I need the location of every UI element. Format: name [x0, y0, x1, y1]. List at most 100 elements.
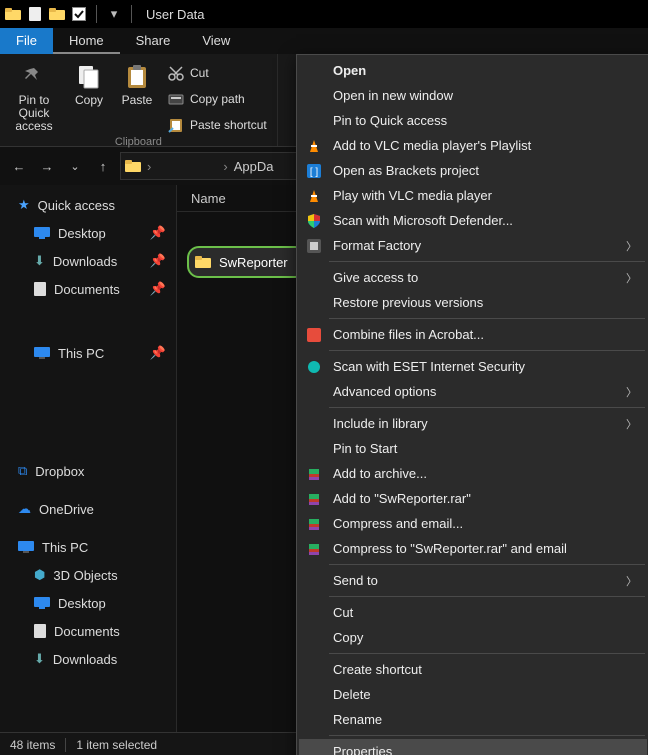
pin-icon: 📌 — [150, 253, 166, 269]
ctx-restore-versions[interactable]: Restore previous versions — [299, 290, 647, 315]
breadcrumb-chevron-icon[interactable]: › — [147, 159, 151, 174]
sidebar-label: Dropbox — [35, 464, 84, 479]
ctx-vlc-play[interactable]: Play with VLC media player — [299, 183, 647, 208]
ctx-compress-rar-email[interactable]: Compress to "SwReporter.rar" and email — [299, 536, 647, 561]
sidebar-desktop[interactable]: Desktop 📌 — [0, 219, 176, 247]
folder2-qat-icon[interactable] — [48, 5, 66, 23]
file-row-selected[interactable]: SwReporter — [187, 246, 307, 278]
forward-button[interactable]: → — [36, 155, 58, 177]
ctx-send-to[interactable]: Send to〉 — [299, 568, 647, 593]
chevron-right-icon: 〉 — [626, 384, 637, 400]
ctx-delete[interactable]: Delete — [299, 682, 647, 707]
paste-button[interactable]: Paste — [116, 56, 158, 136]
ctx-cut[interactable]: Cut — [299, 600, 647, 625]
sidebar-label: Documents — [54, 624, 120, 639]
checkbox-qat-icon[interactable] — [70, 5, 88, 23]
ctx-open[interactable]: Open — [299, 58, 647, 83]
sidebar-desktop-2[interactable]: Desktop — [0, 589, 176, 617]
ctx-pin-quick-access[interactable]: Pin to Quick access — [299, 108, 647, 133]
acrobat-icon — [305, 326, 323, 344]
sidebar-downloads-2[interactable]: ⬇ Downloads — [0, 645, 176, 673]
sidebar-label: OneDrive — [39, 502, 94, 517]
winrar-icon — [305, 515, 323, 533]
sidebar-onedrive[interactable]: ☁ OneDrive — [0, 495, 176, 523]
ctx-include-library[interactable]: Include in library〉 — [299, 411, 647, 436]
this-pc-icon — [18, 541, 34, 553]
sidebar-documents[interactable]: Documents 📌 — [0, 275, 176, 303]
sidebar-this-pc[interactable]: This PC — [0, 533, 176, 561]
breadcrumb-chevron-icon-2[interactable]: › — [223, 159, 227, 174]
copy-button[interactable]: Copy — [68, 56, 110, 136]
ctx-advanced-options[interactable]: Advanced options〉 — [299, 379, 647, 404]
ctx-open-new-window[interactable]: Open in new window — [299, 83, 647, 108]
sidebar-this-pc-pinned[interactable]: This PC 📌 — [0, 339, 176, 367]
ctx-pin-start[interactable]: Pin to Start — [299, 436, 647, 461]
documents-icon — [34, 282, 46, 296]
ctx-separator — [329, 735, 645, 736]
pin-icon: 📌 — [150, 345, 166, 361]
documents-icon — [34, 624, 46, 638]
tab-home[interactable]: Home — [53, 28, 120, 54]
ctx-separator — [329, 318, 645, 319]
recent-dropdown[interactable]: ⌄ — [64, 155, 86, 177]
dropdown-qat-icon[interactable]: ▾ — [105, 5, 123, 23]
ctx-eset[interactable]: Scan with ESET Internet Security — [299, 354, 647, 379]
sidebar-label: This PC — [42, 540, 88, 555]
titlebar-separator — [96, 5, 97, 23]
ctx-format-factory[interactable]: Format Factory〉 — [299, 233, 647, 258]
ctx-vlc-playlist[interactable]: Add to VLC media player's Playlist — [299, 133, 647, 158]
sidebar-documents-2[interactable]: Documents — [0, 617, 176, 645]
titlebar-separator-2 — [131, 5, 132, 23]
star-icon: ★ — [18, 197, 30, 213]
file-name: SwReporter — [219, 255, 288, 270]
cut-button[interactable]: Cut — [168, 62, 267, 84]
ctx-rename[interactable]: Rename — [299, 707, 647, 732]
tab-share[interactable]: Share — [120, 28, 187, 54]
tab-view[interactable]: View — [186, 28, 246, 54]
sidebar-downloads[interactable]: ⬇ Downloads 📌 — [0, 247, 176, 275]
sidebar-dropbox[interactable]: ⧉ Dropbox — [0, 457, 176, 485]
sidebar-label: Quick access — [38, 198, 115, 213]
ctx-copy[interactable]: Copy — [299, 625, 647, 650]
ctx-acrobat[interactable]: Combine files in Acrobat... — [299, 322, 647, 347]
ctx-give-access[interactable]: Give access to〉 — [299, 265, 647, 290]
doc-qat-icon[interactable] — [26, 5, 44, 23]
paste-shortcut-label: Paste shortcut — [190, 118, 267, 132]
status-selected: 1 item selected — [76, 738, 157, 752]
window-title: User Data — [146, 7, 205, 22]
paste-shortcut-button[interactable]: Paste shortcut — [168, 114, 267, 136]
up-button[interactable]: ↑ — [92, 155, 114, 177]
tab-file[interactable]: File — [0, 28, 53, 54]
sidebar-quick-access[interactable]: ★ Quick access — [0, 191, 176, 219]
folder-icon — [195, 255, 211, 269]
sidebar-label: Desktop — [58, 596, 106, 611]
sidebar-label: Documents — [54, 282, 120, 297]
ctx-separator — [329, 564, 645, 565]
breadcrumb-segment[interactable]: AppDa — [234, 159, 274, 174]
ctx-add-archive[interactable]: Add to archive... — [299, 461, 647, 486]
sidebar-3d-objects[interactable]: ⬢ 3D Objects — [0, 561, 176, 589]
ctx-brackets[interactable]: [ ]Open as Brackets project — [299, 158, 647, 183]
copy-path-button[interactable]: Copy path — [168, 88, 267, 110]
cut-label: Cut — [190, 66, 209, 80]
address-folder-icon — [125, 159, 141, 173]
ctx-properties[interactable]: Properties — [299, 739, 647, 755]
downloads-icon: ⬇ — [34, 651, 45, 667]
ctx-defender[interactable]: Scan with Microsoft Defender... — [299, 208, 647, 233]
status-count: 48 items — [10, 738, 55, 752]
sidebar-label: Desktop — [58, 226, 106, 241]
shield-icon — [305, 212, 323, 230]
ctx-create-shortcut[interactable]: Create shortcut — [299, 657, 647, 682]
folder-qat-icon[interactable] — [4, 5, 22, 23]
desktop-icon — [34, 597, 50, 609]
chevron-right-icon: 〉 — [626, 416, 637, 432]
back-button[interactable]: ← — [8, 155, 30, 177]
copy-path-icon — [168, 92, 184, 106]
ctx-add-rar[interactable]: Add to "SwReporter.rar" — [299, 486, 647, 511]
ctx-separator — [329, 653, 645, 654]
ctx-compress-email[interactable]: Compress and email... — [299, 511, 647, 536]
context-menu: Open Open in new window Pin to Quick acc… — [296, 54, 648, 755]
format-factory-icon — [305, 237, 323, 255]
pin-to-quick-access-button[interactable]: Pin to Quick access — [6, 56, 62, 136]
svg-text:[ ]: [ ] — [310, 167, 319, 178]
